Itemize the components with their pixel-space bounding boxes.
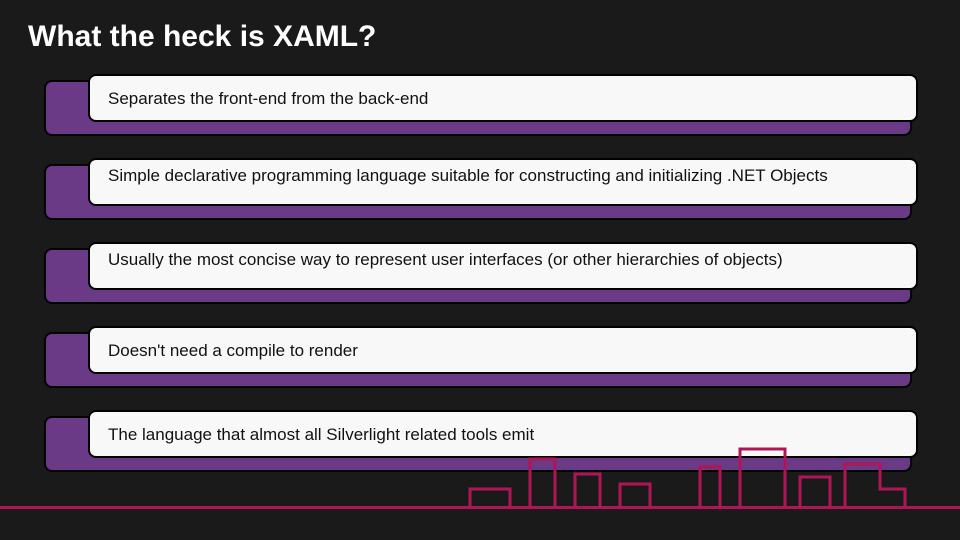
card-front: Separates the front-end from the back-en… (88, 74, 918, 122)
list-item: Simple declarative programming language … (44, 164, 912, 224)
slide-title: What the heck is XAML? (28, 20, 376, 54)
list-item: Doesn't need a compile to render (44, 332, 912, 392)
bullet-list: Separates the front-end from the back-en… (44, 80, 912, 500)
list-item: Usually the most concise way to represen… (44, 248, 912, 308)
list-item: Separates the front-end from the back-en… (44, 80, 912, 140)
item-text: Doesn't need a compile to render (108, 341, 358, 361)
card-front: The language that almost all Silverlight… (88, 410, 918, 458)
item-text: The language that almost all Silverlight… (108, 425, 534, 445)
card-front: Simple declarative programming language … (88, 158, 918, 206)
item-text: Usually the most concise way to represen… (108, 250, 783, 270)
item-text: Separates the front-end from the back-en… (108, 89, 428, 109)
card-front: Doesn't need a compile to render (88, 326, 918, 374)
footer-rule (0, 506, 960, 509)
item-text: Simple declarative programming language … (108, 166, 828, 186)
card-front: Usually the most concise way to represen… (88, 242, 918, 290)
list-item: The language that almost all Silverlight… (44, 416, 912, 476)
